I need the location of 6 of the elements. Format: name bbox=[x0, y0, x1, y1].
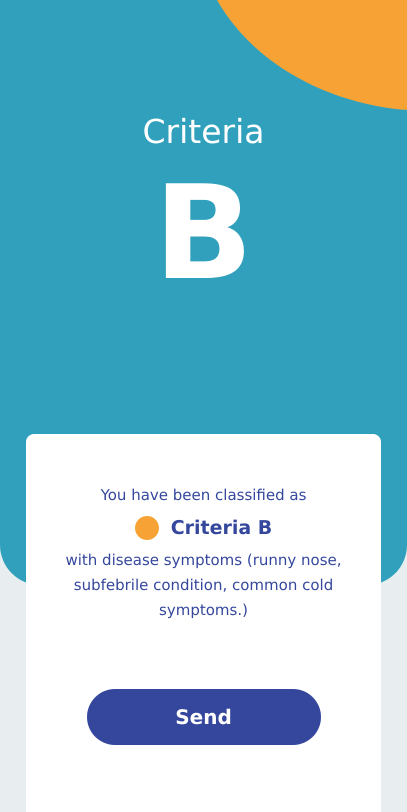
classification-label: Criteria B bbox=[170, 517, 272, 539]
description-text: with disease symptoms (runny nose, subfebrile condition, common cold symptoms.) bbox=[64, 550, 343, 621]
send-button[interactable]: Send bbox=[86, 689, 320, 745]
criteria-grade: B bbox=[154, 158, 254, 308]
intro-text: You have been classified as bbox=[100, 485, 306, 506]
criteria-title: Criteria bbox=[142, 111, 264, 153]
